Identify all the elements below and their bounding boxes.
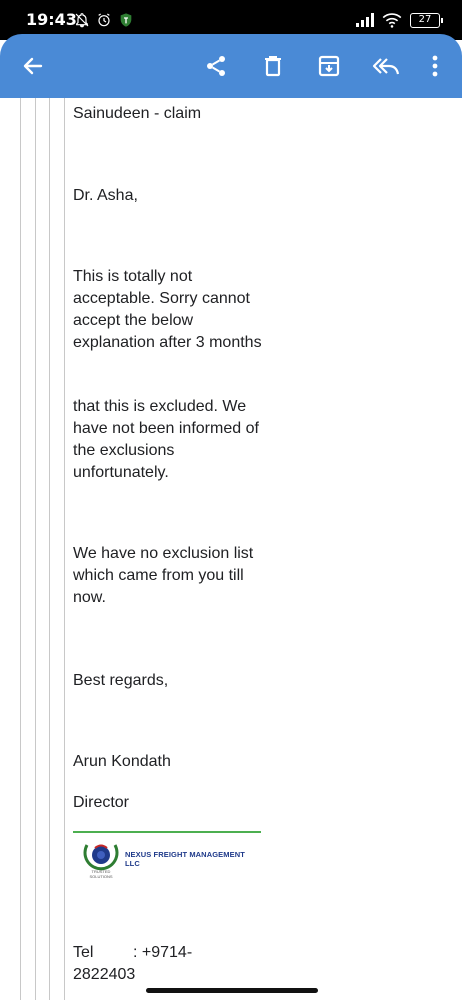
sender-name: Arun Kondath [73, 753, 171, 770]
sender-title: Director [73, 794, 130, 811]
more-vert-icon [432, 55, 438, 77]
quote-line [35, 98, 36, 1000]
delete-icon [265, 56, 281, 77]
quote-line [20, 98, 21, 1000]
company-logo-icon: TRUSTED SOLUTIONS [81, 839, 121, 879]
paragraph-1: This is totally not acceptable. Sorry ca… [73, 268, 262, 351]
more-options-button[interactable] [419, 50, 451, 82]
reply-all-icon [372, 58, 400, 75]
email-content: Sainudeen - claim Dr. Asha, This is tota… [0, 98, 462, 1000]
closing: Best regards, [73, 672, 169, 689]
paragraph-3: We have no exclusion list which came fro… [73, 545, 254, 606]
reply-all-button[interactable] [370, 50, 402, 82]
back-arrow-icon [23, 57, 43, 75]
status-icons-right: 27 [356, 10, 443, 30]
logo-rule [73, 831, 261, 833]
delete-button[interactable] [257, 50, 289, 82]
tel-value: : +9714- [133, 944, 193, 961]
greeting: Dr. Asha, [73, 187, 138, 204]
signal-icon [356, 13, 374, 27]
logo-text: NEXUS FREIGHT MANAGEMENT LLC [125, 850, 245, 868]
share-icon [207, 56, 225, 76]
shield-icon [120, 13, 132, 27]
archive-icon [318, 55, 340, 77]
quote-line [49, 98, 50, 1000]
status-time: 19:43 [26, 10, 77, 29]
logo-row: TRUSTED SOLUTIONS NEXUS FREIGHT MANAGEME… [73, 839, 261, 879]
battery-icon: 27 [410, 12, 443, 28]
subject-tail: Sainudeen - claim [73, 105, 202, 122]
wifi-icon [382, 13, 402, 28]
app-bar [0, 34, 462, 98]
notifications-off-icon [75, 13, 89, 28]
tel-value-line2: 2822403 [73, 966, 136, 983]
paragraph-2: that this is excluded. We have not been … [73, 398, 259, 481]
archive-button[interactable] [313, 50, 345, 82]
back-button[interactable] [17, 50, 49, 82]
home-indicator[interactable] [146, 988, 318, 993]
status-icons-left [74, 10, 134, 30]
company-logo: TRUSTED SOLUTIONS NEXUS FREIGHT MANAGEME… [73, 831, 261, 879]
quote-line [64, 98, 65, 1000]
share-button[interactable] [200, 50, 232, 82]
alarm-icon [98, 13, 110, 27]
logo-subtext: TRUSTED SOLUTIONS [89, 869, 113, 879]
